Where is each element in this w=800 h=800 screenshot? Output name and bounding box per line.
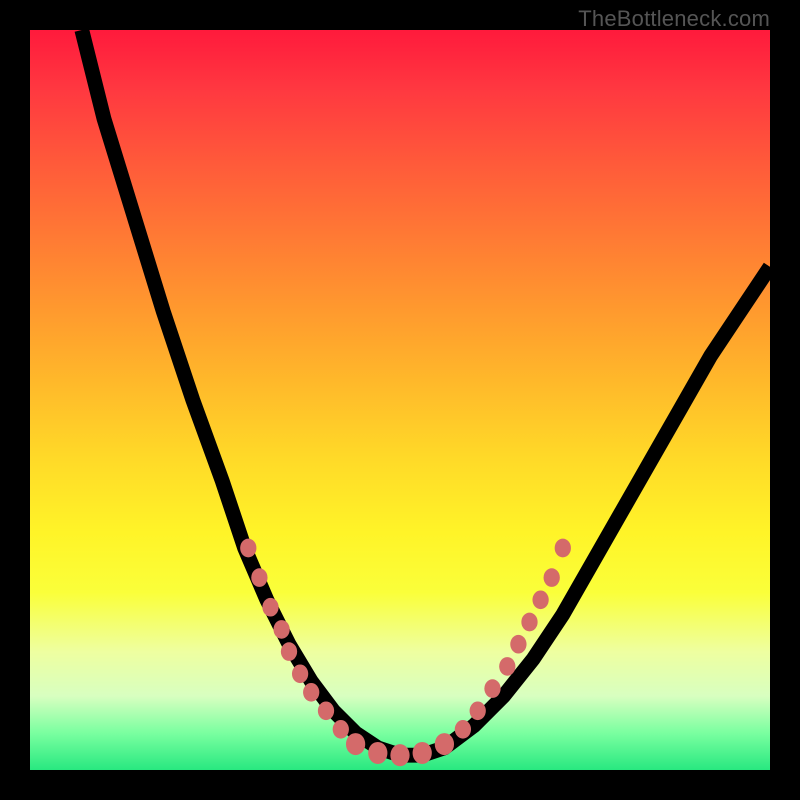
data-marker xyxy=(390,744,409,766)
data-marker xyxy=(262,598,278,617)
data-marker xyxy=(318,701,334,720)
data-marker xyxy=(368,742,387,764)
data-marker xyxy=(484,679,500,698)
data-marker xyxy=(303,683,319,702)
curve-svg xyxy=(30,30,770,770)
bottleneck-curve xyxy=(82,30,770,755)
data-marker xyxy=(521,613,537,632)
data-marker xyxy=(470,701,486,720)
data-marker xyxy=(555,539,571,558)
data-marker xyxy=(333,720,349,739)
chart-frame: TheBottleneck.com xyxy=(0,0,800,800)
data-marker xyxy=(544,568,560,587)
data-marker xyxy=(292,664,308,683)
watermark-text: TheBottleneck.com xyxy=(578,6,770,32)
data-marker xyxy=(435,733,454,755)
data-marker xyxy=(251,568,267,587)
data-marker xyxy=(346,733,365,755)
data-marker xyxy=(455,720,471,739)
data-marker xyxy=(510,635,526,654)
data-marker xyxy=(273,620,289,639)
data-marker xyxy=(499,657,515,676)
data-marker xyxy=(281,642,297,661)
data-marker xyxy=(413,742,432,764)
data-marker xyxy=(240,539,256,558)
data-marker xyxy=(532,590,548,609)
plot-area xyxy=(30,30,770,770)
data-markers xyxy=(240,539,571,767)
